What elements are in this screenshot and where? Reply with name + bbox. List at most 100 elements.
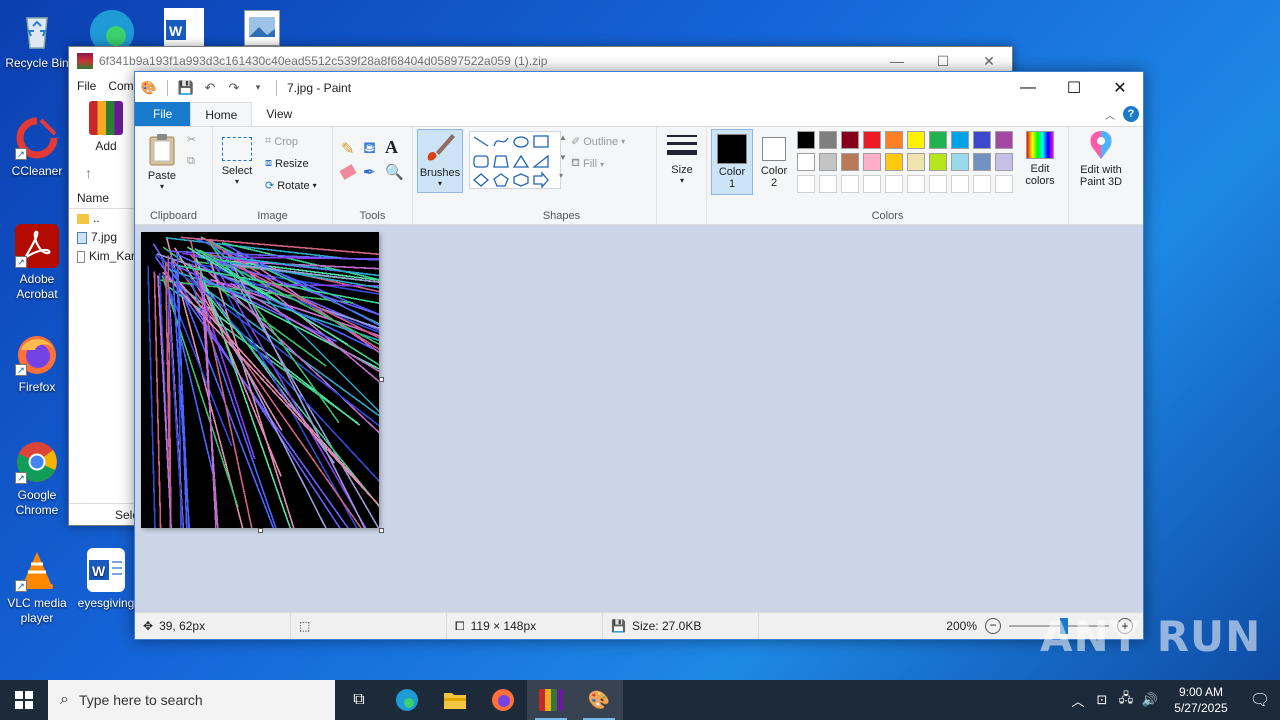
color-swatch[interactable] [819,131,837,149]
notifications-icon[interactable]: 🗨 [1240,690,1280,710]
color-swatch[interactable] [863,175,881,193]
shapes-scroll-up-icon[interactable]: ▲ [559,133,567,142]
color-swatch[interactable] [797,175,815,193]
minimize-icon[interactable]: — [874,53,920,70]
color-swatch[interactable] [929,153,947,171]
canvas-area[interactable] [135,225,1143,613]
undo-icon[interactable]: ↶ [200,78,220,98]
resize-button[interactable]: ⧈ Resize [265,157,309,170]
save-icon[interactable]: 💾 [176,78,196,98]
network-icon[interactable]: 🖧 [1114,689,1138,711]
color-swatch[interactable] [929,175,947,193]
fill-button[interactable]: ⛾ Fill ▾ [571,157,604,171]
desktop-icon-word-partial[interactable]: W [164,8,204,46]
color-swatch[interactable] [863,131,881,149]
color-swatch[interactable] [951,153,969,171]
color-swatch[interactable] [797,131,815,149]
desktop-icon-image-partial[interactable] [244,10,280,46]
zoom-out-icon[interactable]: − [985,618,1001,634]
shapes-more-icon[interactable]: ▾ [559,171,563,180]
text-tool-icon[interactable]: A [385,137,398,158]
desktop-icon-eyesgiving[interactable]: W eyesgiving [70,548,142,611]
close-icon[interactable]: ✕ [966,53,1012,70]
list-item[interactable]: 7.jpg [69,228,135,247]
desktop-icon-ccleaner[interactable]: ↗ CCleaner [1,116,73,179]
list-item[interactable]: Kim_Kar [69,247,135,266]
redo-icon[interactable]: ↷ [224,78,244,98]
desktop-icon-adobe-acrobat[interactable]: ↗ Adobe Acrobat [1,224,73,302]
color-swatch[interactable] [885,175,903,193]
edit-with-paint3d-button[interactable]: Edit with Paint 3D [1071,129,1131,188]
color-picker-icon[interactable]: ✒ [363,163,376,181]
color-swatch[interactable] [885,131,903,149]
paint-window[interactable]: 🎨 💾 ↶ ↷ ▾ 7.jpg - Paint — ☐ ✕ File Home … [134,71,1144,640]
resize-handle-bottom[interactable] [258,528,263,533]
desktop-icon-firefox[interactable]: ↗ Firefox [1,332,73,395]
task-view-button[interactable]: ⧉ [335,680,383,720]
shapes-scroll-down-icon[interactable]: ▼ [559,153,567,162]
color1-button[interactable]: Color 1 [711,129,753,195]
maximize-icon[interactable]: ☐ [920,53,966,70]
color-swatch[interactable] [973,153,991,171]
color-swatch[interactable] [819,153,837,171]
up-arrow-icon[interactable]: ↑ [85,165,92,181]
color-swatch[interactable] [863,153,881,171]
show-hidden-icons-icon[interactable]: ︿ [1066,691,1090,710]
color-swatch[interactable] [841,131,859,149]
resize-handle-right[interactable] [379,377,384,382]
taskbar-edge[interactable] [383,680,431,720]
desktop-icon-google-chrome[interactable]: ↗ Google Chrome [1,440,73,518]
taskbar-file-explorer[interactable] [431,680,479,720]
color2-button[interactable]: Color 2 [755,129,793,195]
resize-handle-corner[interactable] [379,528,384,533]
magnifier-icon[interactable]: 🔍 [385,163,404,181]
copy-icon[interactable]: ⧉ [187,155,195,168]
color-swatch[interactable] [995,175,1013,193]
taskbar-winrar[interactable] [527,680,575,720]
edit-colors-button[interactable]: Edit colors [1017,129,1063,187]
menu-commands[interactable]: Com [108,79,133,93]
column-header-name[interactable]: Name [69,187,135,209]
select-button[interactable]: Select ▾ [219,137,255,186]
color-swatch[interactable] [973,131,991,149]
paste-button[interactable]: Paste ▾ [143,133,181,191]
eraser-icon[interactable] [339,164,357,180]
color-swatch[interactable] [841,153,859,171]
taskbar-firefox[interactable] [479,680,527,720]
color-swatch[interactable] [797,153,815,171]
help-icon[interactable]: ? [1123,106,1139,122]
rotate-button[interactable]: ⟳ Rotate ▾ [265,179,317,193]
color-swatch[interactable] [907,175,925,193]
desktop-icon-edge-partial[interactable] [88,6,136,54]
taskbar-search-box[interactable]: ⌕ Type here to search [48,680,335,720]
winrar-add-button[interactable]: Add [77,101,135,153]
desktop-icon-recycle-bin[interactable]: Recycle Bin [1,8,73,71]
size-button[interactable]: Size ▾ [663,131,701,185]
taskbar-paint[interactable]: 🎨 [575,680,623,720]
desktop-icon-vlc[interactable]: ↗ VLC media player [1,548,73,626]
close-button[interactable]: ✕ [1097,72,1143,103]
color-swatch[interactable] [973,175,991,193]
color-swatch[interactable] [995,153,1013,171]
collapse-ribbon-icon[interactable]: ︿ [1105,107,1115,122]
outline-button[interactable]: ✐ Outline ▾ [571,135,625,149]
tab-view[interactable]: View [252,102,306,126]
color-swatch[interactable] [995,131,1013,149]
color-swatch[interactable] [907,131,925,149]
menu-file[interactable]: File [77,79,96,93]
image-canvas[interactable] [141,232,379,528]
tab-home[interactable]: Home [190,102,253,126]
list-item[interactable]: .. [69,209,135,228]
paint-title-bar[interactable]: 🎨 💾 ↶ ↷ ▾ 7.jpg - Paint — ☐ ✕ [135,72,1143,103]
customize-dropdown-icon[interactable]: ▾ [248,78,268,98]
shapes-gallery[interactable] [469,131,561,189]
pencil-icon[interactable]: ✎ [341,139,354,159]
maximize-button[interactable]: ☐ [1051,72,1097,103]
fill-bucket-icon[interactable]: ⛾ [363,139,376,159]
start-button[interactable] [0,680,48,720]
network-status-icon[interactable]: ⊡ [1090,692,1114,708]
cut-icon[interactable]: ✂ [187,133,196,146]
color-swatch[interactable] [885,153,903,171]
brushes-button[interactable]: Brushes ▾ [417,129,463,193]
crop-button[interactable]: ⌗ Crop [265,135,298,148]
